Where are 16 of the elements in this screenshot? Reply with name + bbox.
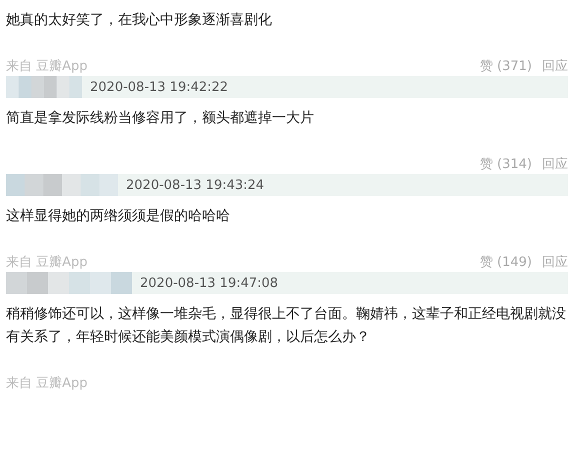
comment-source: 来自 豆瓣App: [6, 58, 88, 75]
reply-link[interactable]: 回应: [542, 57, 568, 75]
comment-text: 稍稍修饰还可以，这样像一堆杂毛，显得很上不了台面。鞠婧祎，这辈子和正经电视剧就没有关系了，年轻时候还能美颜模式演偶像剧，以后怎么办？: [6, 305, 567, 347]
like-link[interactable]: 赞 (314): [480, 155, 532, 173]
comment-text: 简直是拿发际线粉当修容用了，额头都遮掉一大片: [6, 109, 315, 128]
comment-time: 2020-08-13 19:43:24: [126, 178, 264, 192]
comment-time: 2020-08-13 19:42:22: [90, 80, 228, 94]
comment-source: 来自 豆瓣App: [6, 254, 88, 271]
like-link[interactable]: 赞 (149): [480, 253, 532, 271]
like-link[interactable]: 赞 (371): [480, 57, 532, 75]
comment-text: 她真的太好笑了，在我心中形象逐渐喜剧化: [6, 11, 273, 30]
comment-time: 2020-08-13 19:47:08: [140, 276, 278, 290]
reply-link[interactable]: 回应: [542, 155, 568, 173]
reply-link[interactable]: 回应: [542, 253, 568, 271]
comment-source: 来自 豆瓣App: [6, 375, 88, 392]
comment-text: 这样显得她的两绺须须是假的哈哈哈: [6, 207, 231, 226]
